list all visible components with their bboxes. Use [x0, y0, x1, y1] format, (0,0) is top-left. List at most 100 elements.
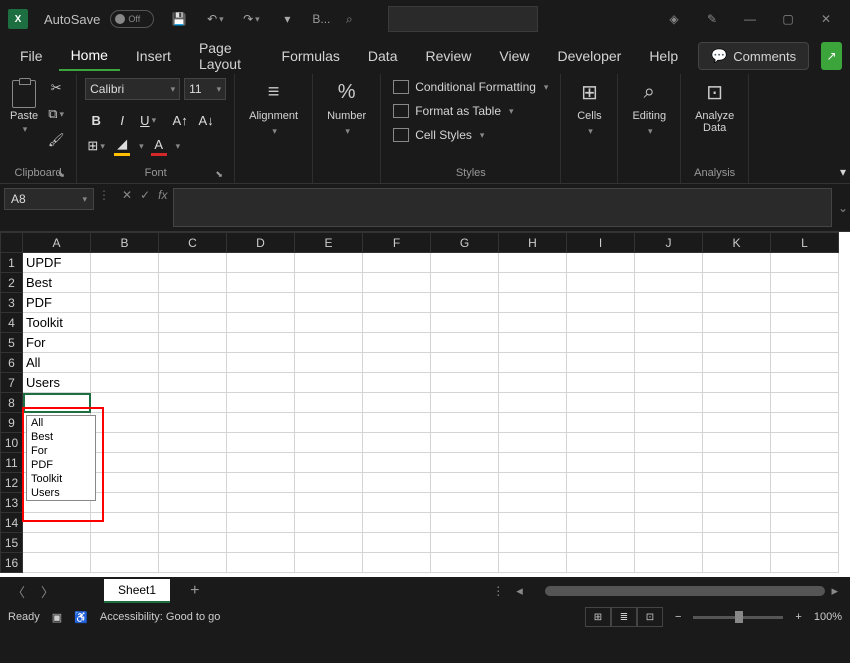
cell[interactable] [23, 513, 91, 533]
cell[interactable] [431, 533, 499, 553]
cell[interactable] [567, 273, 635, 293]
cell[interactable] [295, 333, 363, 353]
enter-icon[interactable]: ✓ [140, 188, 150, 202]
sheet-tab-active[interactable]: Sheet1 [104, 579, 170, 603]
cell[interactable] [771, 493, 839, 513]
tab-help[interactable]: Help [637, 42, 690, 70]
fx-icon[interactable]: fx [158, 188, 167, 202]
cell[interactable] [227, 393, 295, 413]
analyze-data-button[interactable]: ⊡ AnalyzeData [689, 78, 740, 134]
row-header[interactable]: 14 [1, 513, 23, 533]
conditional-formatting-button[interactable]: Conditional Formatting▾ [389, 78, 552, 96]
clipboard-dialog-launcher[interactable]: ⬊ [54, 167, 68, 181]
format-painter-icon[interactable]: 🖌 [44, 130, 68, 150]
row-header[interactable]: 4 [1, 313, 23, 333]
cell[interactable] [703, 513, 771, 533]
cell[interactable] [91, 273, 159, 293]
cell[interactable] [771, 393, 839, 413]
cell[interactable] [635, 393, 703, 413]
cell[interactable] [159, 493, 227, 513]
cell[interactable] [91, 253, 159, 273]
cell[interactable] [567, 453, 635, 473]
cell[interactable] [703, 353, 771, 373]
cell[interactable] [635, 513, 703, 533]
bold-button[interactable]: B [85, 110, 107, 130]
cell[interactable] [567, 513, 635, 533]
cell[interactable] [499, 533, 567, 553]
macro-record-icon[interactable]: ▣ [52, 611, 62, 624]
cell[interactable] [703, 293, 771, 313]
cell[interactable] [227, 433, 295, 453]
cell[interactable] [771, 253, 839, 273]
increase-font-icon[interactable]: A↑ [169, 110, 191, 130]
cell[interactable] [567, 333, 635, 353]
comments-button[interactable]: 💬 Comments [698, 42, 809, 70]
column-header[interactable]: E [295, 233, 363, 253]
title-search-box[interactable] [388, 6, 538, 32]
cell[interactable] [227, 273, 295, 293]
cell[interactable] [635, 473, 703, 493]
cell[interactable] [227, 353, 295, 373]
cell[interactable] [227, 493, 295, 513]
row-header[interactable]: 8 [1, 393, 23, 413]
cell[interactable] [91, 293, 159, 313]
row-header[interactable]: 7 [1, 373, 23, 393]
cell[interactable]: All [23, 353, 91, 373]
cell[interactable] [703, 553, 771, 573]
cell[interactable] [567, 393, 635, 413]
cell[interactable] [91, 393, 159, 413]
cell[interactable] [431, 353, 499, 373]
cell[interactable] [771, 353, 839, 373]
cell[interactable] [567, 373, 635, 393]
cell[interactable] [635, 253, 703, 273]
cell[interactable] [567, 533, 635, 553]
cell[interactable] [703, 493, 771, 513]
cell[interactable] [431, 493, 499, 513]
paste-button[interactable]: Paste ▾ [8, 78, 40, 137]
underline-button[interactable]: U▾ [137, 110, 159, 130]
zoom-in-button[interactable]: + [795, 611, 801, 623]
cut-icon[interactable]: ✂ [44, 78, 68, 98]
cell[interactable] [499, 473, 567, 493]
sheet-nav-next[interactable]: 〉 [37, 582, 58, 601]
cell[interactable] [363, 373, 431, 393]
cell[interactable] [703, 533, 771, 553]
cell[interactable] [703, 273, 771, 293]
cell[interactable] [363, 353, 431, 373]
cell[interactable] [567, 253, 635, 273]
tab-insert[interactable]: Insert [124, 42, 183, 70]
dropdown-item[interactable]: Toolkit [27, 472, 95, 486]
formula-input[interactable] [173, 188, 832, 227]
cell[interactable] [635, 453, 703, 473]
select-all-corner[interactable] [1, 233, 23, 253]
cell[interactable] [431, 413, 499, 433]
cell[interactable] [227, 413, 295, 433]
cell[interactable] [703, 313, 771, 333]
spreadsheet-grid[interactable]: ABCDEFGHIJKL1UPDF2Best3PDF4Toolkit5For6A… [0, 232, 839, 573]
search-icon[interactable]: ⌕ [336, 6, 362, 32]
cell[interactable] [635, 293, 703, 313]
hscroll-left[interactable]: ◂ [512, 583, 527, 599]
column-header[interactable]: I [567, 233, 635, 253]
zoom-out-button[interactable]: − [675, 611, 681, 623]
cell[interactable] [567, 313, 635, 333]
horizontal-scrollbar[interactable] [545, 586, 810, 596]
row-header[interactable]: 16 [1, 553, 23, 573]
cell[interactable] [159, 293, 227, 313]
cell[interactable] [295, 493, 363, 513]
cell[interactable] [499, 433, 567, 453]
row-header[interactable]: 13 [1, 493, 23, 513]
cells-button[interactable]: ⊞ Cells ▾ [569, 78, 609, 137]
tab-options-icon[interactable]: ⋮ [492, 584, 504, 598]
cell[interactable] [363, 553, 431, 573]
font-name-select[interactable]: Calibri▾ [85, 78, 180, 100]
cell[interactable] [771, 293, 839, 313]
cell[interactable] [295, 473, 363, 493]
cell[interactable] [703, 333, 771, 353]
cell[interactable] [227, 293, 295, 313]
cell[interactable]: Users [23, 373, 91, 393]
row-header[interactable]: 2 [1, 273, 23, 293]
cell[interactable] [499, 253, 567, 273]
tab-home[interactable]: Home [59, 41, 120, 71]
cell[interactable] [431, 253, 499, 273]
